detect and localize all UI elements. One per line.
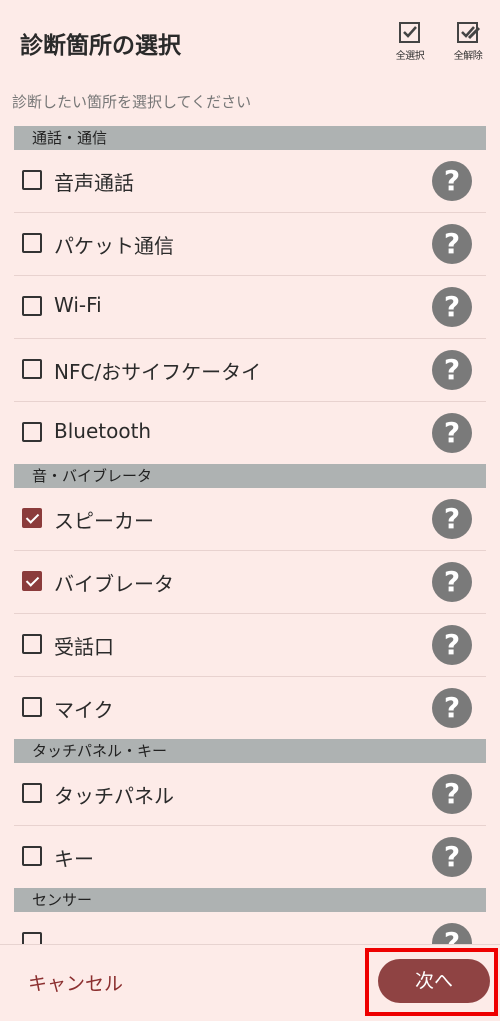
checkbox-checked[interactable] [22, 508, 42, 528]
checkbox-checked-icon [399, 22, 420, 43]
list-item-label: マイク [54, 698, 114, 722]
section-header: 通話・通信 [14, 126, 486, 150]
section-header: タッチパネル・キー [14, 739, 486, 763]
list-item[interactable]: タッチパネル? [14, 763, 486, 826]
select-all-label: 全選択 [395, 51, 425, 62]
section-header: 音・バイブレータ [14, 464, 486, 488]
list-item-label: スピーカー [54, 509, 154, 533]
list-item[interactable]: パケット通信? [14, 213, 486, 276]
list-item[interactable]: キー? [14, 826, 486, 888]
list-item-label: NFC/おサイフケータイ [54, 360, 262, 384]
list-item[interactable]: スピーカー? [14, 488, 486, 551]
checkbox[interactable] [22, 846, 42, 866]
list-item[interactable]: バイブレータ? [14, 551, 486, 614]
app-header: 診断箇所の選択 全選択 全解除 [0, 0, 500, 82]
list-item-label: タッチパネル [54, 784, 174, 808]
list-item-label: バイブレータ [54, 572, 174, 596]
list-item-label: 受話口 [54, 635, 114, 659]
help-icon[interactable]: ? [432, 837, 472, 877]
select-all-button[interactable]: 全選択 [388, 20, 432, 66]
help-icon[interactable]: ? [432, 562, 472, 602]
list-item-label: Wi-Fi [54, 293, 102, 317]
checkbox[interactable] [22, 422, 42, 442]
list-item-label: 音声通話 [54, 171, 134, 195]
checkbox-checked[interactable] [22, 571, 42, 591]
help-icon[interactable]: ? [432, 923, 472, 944]
help-icon[interactable]: ? [432, 287, 472, 327]
list-item[interactable]: ? [14, 912, 486, 944]
help-icon[interactable]: ? [432, 350, 472, 390]
cancel-button[interactable]: キャンセル [28, 969, 123, 996]
deselect-all-label: 全解除 [453, 51, 483, 62]
list-item[interactable]: NFC/おサイフケータイ? [14, 339, 486, 402]
footer-bar: キャンセル 次へ [0, 944, 500, 1021]
list-item[interactable]: 音声通話? [14, 150, 486, 213]
help-icon[interactable]: ? [432, 224, 472, 264]
list-item-label: キー [54, 847, 94, 871]
help-icon[interactable]: ? [432, 774, 472, 814]
checkbox[interactable] [22, 783, 42, 803]
checkbox[interactable] [22, 634, 42, 654]
checkbox-clear-icon [457, 22, 481, 43]
help-icon[interactable]: ? [432, 499, 472, 539]
instruction-text: 診断したい箇所を選択してください [12, 93, 252, 111]
page-title: 診断箇所の選択 [20, 33, 181, 59]
list-item[interactable]: 受話口? [14, 614, 486, 677]
next-button[interactable]: 次へ [378, 959, 490, 1003]
list-item[interactable]: Bluetooth? [14, 402, 486, 464]
help-icon[interactable]: ? [432, 625, 472, 665]
section-header: センサー [14, 888, 486, 912]
help-icon[interactable]: ? [432, 688, 472, 728]
checkbox[interactable] [22, 296, 42, 316]
diagnosis-item-list[interactable]: 通話・通信 音声通話? パケット通信? Wi-Fi? NFC/おサイフケータイ? Blue… [0, 126, 500, 944]
list-item[interactable]: マイク? [14, 677, 486, 739]
help-icon[interactable]: ? [432, 413, 472, 453]
list-item-label: Bluetooth [54, 419, 152, 443]
list-item-label: パケット通信 [54, 234, 174, 258]
help-icon[interactable]: ? [432, 161, 472, 201]
checkbox[interactable] [22, 170, 42, 190]
checkbox[interactable] [22, 233, 42, 253]
deselect-all-button[interactable]: 全解除 [446, 20, 490, 66]
checkbox[interactable] [22, 932, 42, 944]
list-item[interactable]: Wi-Fi? [14, 276, 486, 339]
checkbox[interactable] [22, 697, 42, 717]
checkbox[interactable] [22, 359, 42, 379]
